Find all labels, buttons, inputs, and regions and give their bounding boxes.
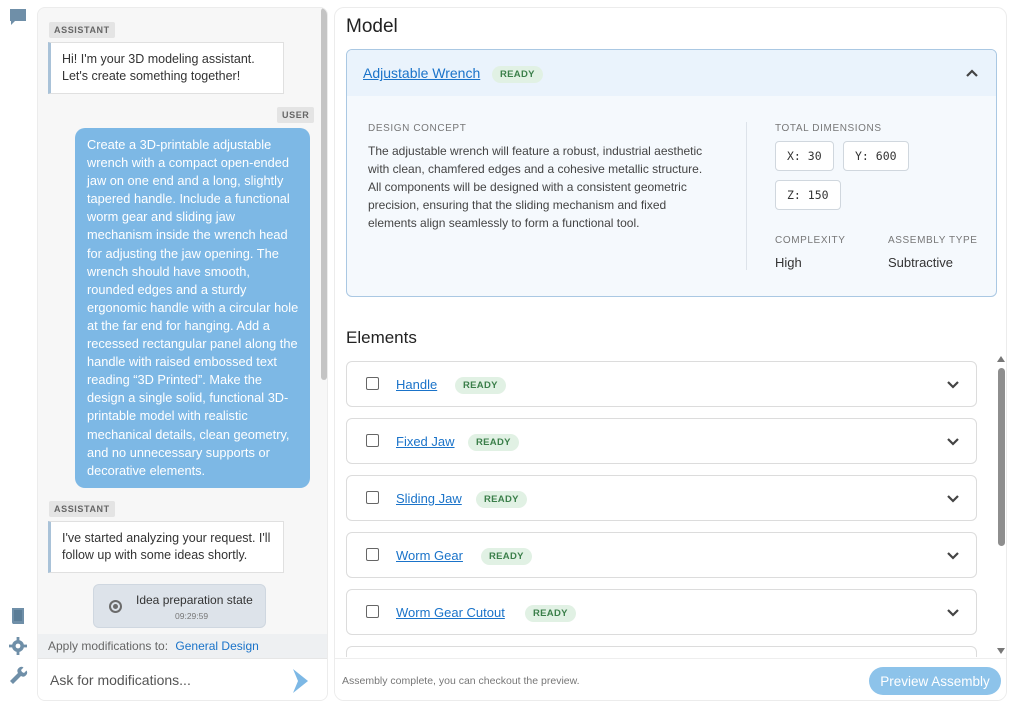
element-row-fixed-jaw[interactable]: Fixed Jaw READY <box>346 418 977 464</box>
chevron-up-icon[interactable] <box>965 66 979 80</box>
chevron-down-icon[interactable] <box>946 492 960 506</box>
model-card-header[interactable]: Adjustable Wrench READY <box>347 50 996 96</box>
assembly-status-message: Assembly complete, you can checkout the … <box>342 675 580 687</box>
preview-assembly-button[interactable]: Preview Assembly <box>869 667 1001 695</box>
model-title-link[interactable]: Adjustable Wrench <box>363 65 480 81</box>
status-badge: READY <box>525 605 576 622</box>
element-row-handle[interactable]: Handle READY <box>346 361 977 407</box>
model-heading: Model <box>346 16 398 37</box>
assistant-message: Hi! I'm your 3D modeling assistant. Let'… <box>48 42 284 94</box>
dimension-y: Y: 600 <box>843 141 909 171</box>
status-badge: READY <box>492 66 543 83</box>
chevron-down-icon[interactable] <box>946 606 960 620</box>
design-concept-text: The adjustable wrench will feature a rob… <box>368 144 703 230</box>
send-icon[interactable] <box>288 667 312 695</box>
scroll-down-arrow-icon[interactable] <box>997 648 1005 654</box>
apply-label: Apply modifications to: <box>48 639 169 653</box>
elements-scrollbar[interactable] <box>996 356 1006 656</box>
scrollbar-thumb[interactable] <box>998 368 1005 546</box>
dimension-z: Z: 150 <box>775 180 841 210</box>
role-label-user: USER <box>277 107 315 123</box>
assembly-type-value: Subtractive <box>888 255 954 270</box>
apply-target-link[interactable]: General Design <box>175 639 258 653</box>
role-label-assistant: ASSISTANT <box>49 22 115 38</box>
scroll-up-arrow-icon[interactable] <box>997 356 1005 362</box>
user-message: Create a 3D-printable adjustable wrench … <box>75 128 310 488</box>
chat-icon[interactable] <box>8 7 28 27</box>
element-row-worm-gear[interactable]: Worm Gear READY <box>346 532 977 578</box>
element-name-link[interactable]: Worm Gear <box>396 548 463 563</box>
chevron-down-icon[interactable] <box>946 378 960 392</box>
element-row-worm-gear-cutout[interactable]: Worm Gear Cutout READY <box>346 589 977 635</box>
wrench-icon[interactable] <box>8 666 28 686</box>
element-row-sliding-jaw[interactable]: Sliding Jaw READY <box>346 475 977 521</box>
model-card: Adjustable Wrench READY DESIGN CONCEPT T… <box>346 49 997 297</box>
chevron-down-icon[interactable] <box>946 549 960 563</box>
assistant-message: I've started analyzing your request. I'l… <box>48 521 284 573</box>
total-dimensions-label: TOTAL DIMENSIONS <box>775 123 882 134</box>
element-checkbox[interactable] <box>366 548 379 561</box>
state-label: Idea preparation state <box>136 593 253 607</box>
elements-list[interactable]: Handle READY Fixed Jaw READY Sliding Jaw… <box>346 361 981 657</box>
status-badge: READY <box>468 434 519 451</box>
role-label-assistant: ASSISTANT <box>49 501 115 517</box>
gear-icon[interactable] <box>8 636 28 656</box>
chat-messages[interactable]: ASSISTANT Hi! I'm your 3D modeling assis… <box>38 8 327 634</box>
element-row-partial[interactable] <box>346 646 977 657</box>
chat-scrollbar[interactable] <box>321 8 327 380</box>
state-time: 09:29:59 <box>175 611 209 621</box>
element-name-link[interactable]: Fixed Jaw <box>396 434 455 449</box>
modification-input[interactable] <box>50 669 280 691</box>
dimension-x: X: 30 <box>775 141 834 171</box>
complexity-value: High <box>775 255 802 270</box>
chat-panel: ASSISTANT Hi! I'm your 3D modeling assis… <box>37 7 328 701</box>
elements-heading: Elements <box>346 328 417 347</box>
complexity-label: COMPLEXITY <box>775 235 846 246</box>
element-name-link[interactable]: Worm Gear Cutout <box>396 605 505 620</box>
divider <box>746 122 747 270</box>
element-checkbox[interactable] <box>366 377 379 390</box>
book-icon[interactable] <box>8 606 28 626</box>
idea-preparation-state: Idea preparation state 09:29:59 <box>93 584 266 628</box>
status-badge: READY <box>455 377 506 394</box>
chat-input-row <box>38 658 327 700</box>
design-concept-label: DESIGN CONCEPT <box>368 123 467 134</box>
element-checkbox[interactable] <box>366 605 379 618</box>
status-badge: READY <box>476 491 527 508</box>
chevron-down-icon[interactable] <box>946 435 960 449</box>
left-rail <box>0 0 36 704</box>
assembly-type-label: ASSEMBLY TYPE <box>888 235 978 246</box>
main-panel: Model Adjustable Wrench READY DESIGN CON… <box>334 7 1007 701</box>
apply-modifications-bar: Apply modifications to: General Design <box>38 634 327 658</box>
element-checkbox[interactable] <box>366 434 379 447</box>
loading-spinner-icon <box>109 600 122 613</box>
status-badge: READY <box>481 548 532 565</box>
element-name-link[interactable]: Handle <box>396 377 437 392</box>
element-name-link[interactable]: Sliding Jaw <box>396 491 462 506</box>
main-footer: Assembly complete, you can checkout the … <box>335 658 1006 700</box>
element-checkbox[interactable] <box>366 491 379 504</box>
